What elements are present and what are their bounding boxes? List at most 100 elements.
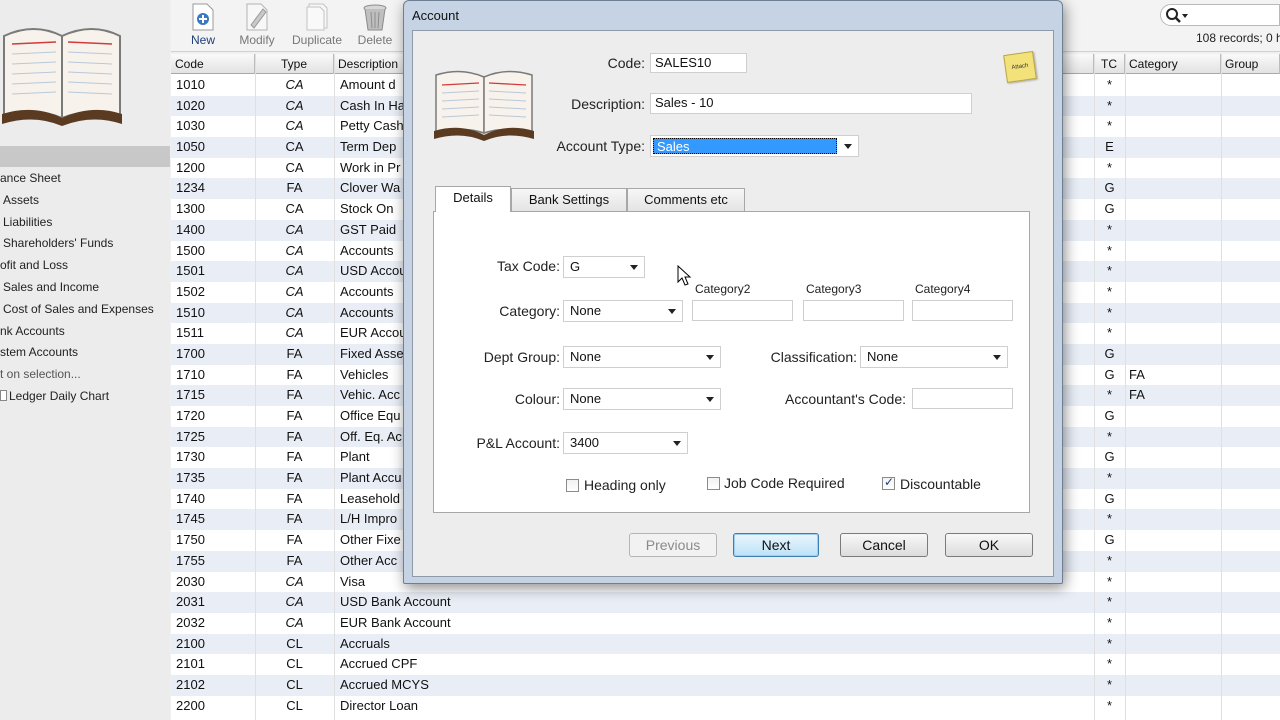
sidebar-item-balance-sheet[interactable]: ance Sheet bbox=[0, 168, 154, 190]
cell-category bbox=[1129, 241, 1219, 262]
category-select[interactable]: None bbox=[563, 300, 683, 322]
column-divider bbox=[334, 54, 335, 720]
job-code-required-label: Job Code Required bbox=[724, 475, 845, 491]
job-code-required-checkbox[interactable] bbox=[707, 477, 720, 490]
sidebar-item-shareholders-funds[interactable]: Shareholders' Funds bbox=[0, 233, 154, 255]
cell-tc: G bbox=[1104, 490, 1115, 506]
record-count: 108 records; 0 h bbox=[1196, 31, 1280, 45]
cell-type: CA bbox=[285, 325, 304, 341]
cell-tc: E bbox=[1105, 139, 1114, 155]
cell-category bbox=[1129, 634, 1219, 655]
cell-tc: G bbox=[1104, 345, 1115, 361]
tab-comments[interactable]: Comments etc bbox=[627, 188, 745, 212]
heading-only-checkbox[interactable] bbox=[566, 479, 579, 492]
cell-tc: * bbox=[1106, 552, 1113, 568]
column-header-tc[interactable]: TC bbox=[1094, 54, 1125, 74]
table-row[interactable]: 2031 CA USD Bank Account * bbox=[171, 592, 1280, 613]
cell-category bbox=[1129, 323, 1219, 344]
cell-tc: * bbox=[1106, 697, 1113, 713]
cell-tc: * bbox=[1106, 283, 1113, 299]
account-type-select[interactable]: Sales bbox=[650, 135, 859, 157]
code-input[interactable]: SALES10 bbox=[650, 53, 747, 73]
sidebar: ance Sheet Assets Liabilities Shareholde… bbox=[0, 0, 170, 720]
dept-group-select[interactable]: None bbox=[563, 346, 721, 368]
next-button[interactable]: Next bbox=[733, 533, 819, 557]
cell-code: 1020 bbox=[176, 97, 205, 113]
ok-button[interactable]: OK bbox=[945, 533, 1033, 557]
discountable-checkbox[interactable]: ✓ bbox=[882, 475, 895, 490]
category2-input[interactable] bbox=[692, 300, 793, 321]
tax-code-select[interactable]: G bbox=[563, 256, 645, 278]
attach-note-icon[interactable]: Attach bbox=[1003, 51, 1037, 83]
category4-label: Category4 bbox=[915, 282, 971, 296]
description-input[interactable]: Sales - 10 bbox=[650, 93, 972, 114]
cell-description: EUR Bank Account bbox=[340, 614, 451, 630]
sidebar-item-profit-and-loss[interactable]: ofit and Loss bbox=[0, 255, 154, 277]
cell-category bbox=[1129, 344, 1219, 365]
description-label: Description: bbox=[571, 96, 645, 112]
category-label: Category: bbox=[499, 303, 560, 319]
column-header-type[interactable]: Type bbox=[255, 54, 334, 74]
new-label: New bbox=[190, 33, 215, 47]
dept-group-label: Dept Group: bbox=[483, 349, 560, 365]
pencil-icon bbox=[246, 3, 268, 31]
table-row[interactable]: 2101 CL Accrued CPF * bbox=[171, 654, 1280, 675]
duplicate-button[interactable]: Duplicate bbox=[289, 0, 345, 52]
ledger-book-icon bbox=[0, 14, 124, 129]
cell-code: 1745 bbox=[176, 511, 205, 527]
previous-button[interactable]: Previous bbox=[629, 533, 717, 557]
accountants-code-input[interactable] bbox=[912, 388, 1013, 409]
cell-type: CA bbox=[285, 304, 304, 320]
details-panel: Tax Code: G Category2 Category3 Category… bbox=[433, 211, 1030, 513]
sidebar-item-act-on-selection[interactable]: t on selection... bbox=[0, 364, 154, 386]
cell-tc: * bbox=[1106, 573, 1113, 589]
column-header-category[interactable]: Category bbox=[1125, 54, 1221, 74]
sidebar-item-liabilities[interactable]: Liabilities bbox=[0, 212, 154, 234]
cell-code: 1400 bbox=[176, 221, 205, 237]
cell-code: 1725 bbox=[176, 428, 205, 444]
colour-value: None bbox=[570, 391, 602, 406]
cell-type: FA bbox=[286, 511, 303, 527]
tab-details[interactable]: Details bbox=[435, 186, 511, 212]
cancel-button[interactable]: Cancel bbox=[840, 533, 928, 557]
table-row[interactable]: 2102 CL Accrued MCYS * bbox=[171, 674, 1280, 696]
tax-code-value: G bbox=[570, 259, 581, 274]
cell-tc: * bbox=[1106, 614, 1113, 630]
cell-type: FA bbox=[286, 366, 303, 382]
dialog-body: Attach Code: SALES10 Description: Sales … bbox=[412, 30, 1054, 577]
cell-type: FA bbox=[286, 532, 303, 548]
classification-select[interactable]: None bbox=[860, 346, 1008, 368]
colour-select[interactable]: None bbox=[563, 388, 721, 410]
category3-input[interactable] bbox=[803, 300, 904, 321]
sidebar-item-cost-of-sales[interactable]: Cost of Sales and Expenses bbox=[0, 299, 154, 321]
pl-account-select[interactable]: 3400 bbox=[563, 432, 688, 454]
category4-input[interactable] bbox=[912, 300, 1013, 321]
cell-type: CL bbox=[286, 635, 303, 651]
sidebar-item-ledger-daily-chart[interactable]: Ledger Daily Chart bbox=[0, 386, 154, 408]
delete-button[interactable]: Delete bbox=[355, 0, 395, 52]
table-row[interactable]: 2032 CA EUR Bank Account * bbox=[171, 613, 1280, 634]
cell-code: 1234 bbox=[176, 180, 205, 196]
modify-button[interactable]: Modify bbox=[235, 0, 279, 52]
search-input[interactable] bbox=[1160, 4, 1280, 26]
table-row[interactable]: 2200 CL Director Loan * bbox=[171, 696, 1280, 717]
sidebar-item-bank-accounts[interactable]: nk Accounts bbox=[0, 321, 154, 343]
table-row[interactable]: 2100 CL Accruals * bbox=[171, 633, 1280, 655]
cell-code: 2032 bbox=[176, 614, 205, 630]
cell-tc: * bbox=[1106, 221, 1113, 237]
cell-type: CA bbox=[285, 159, 304, 175]
column-header-group[interactable]: Group bbox=[1221, 54, 1280, 74]
sidebar-item-sales-and-income[interactable]: Sales and Income bbox=[0, 277, 154, 299]
column-header-code[interactable]: Code bbox=[171, 54, 255, 74]
tab-bank-settings[interactable]: Bank Settings bbox=[511, 188, 627, 212]
new-button[interactable]: New bbox=[185, 0, 221, 52]
sidebar-item-assets[interactable]: Assets bbox=[0, 190, 154, 212]
tax-code-label: Tax Code: bbox=[496, 258, 560, 274]
cell-code: 1735 bbox=[176, 470, 205, 486]
column-divider bbox=[1125, 54, 1126, 720]
cell-code: 1501 bbox=[176, 263, 205, 279]
cell-category bbox=[1129, 96, 1219, 117]
cell-code: 1710 bbox=[176, 366, 205, 382]
column-divider bbox=[1094, 54, 1095, 720]
sidebar-item-system-accounts[interactable]: stem Accounts bbox=[0, 342, 154, 364]
